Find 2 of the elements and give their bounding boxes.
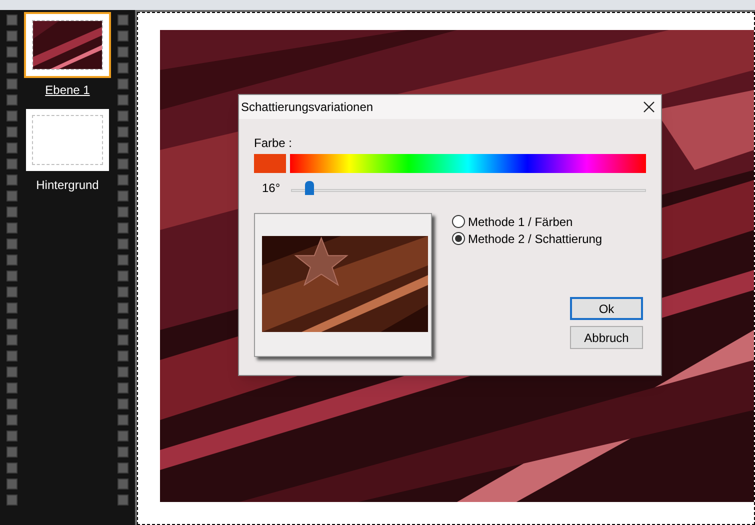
layer-name: Ebene 1: [45, 82, 90, 99]
layer-name: Hintergrund: [36, 177, 99, 194]
